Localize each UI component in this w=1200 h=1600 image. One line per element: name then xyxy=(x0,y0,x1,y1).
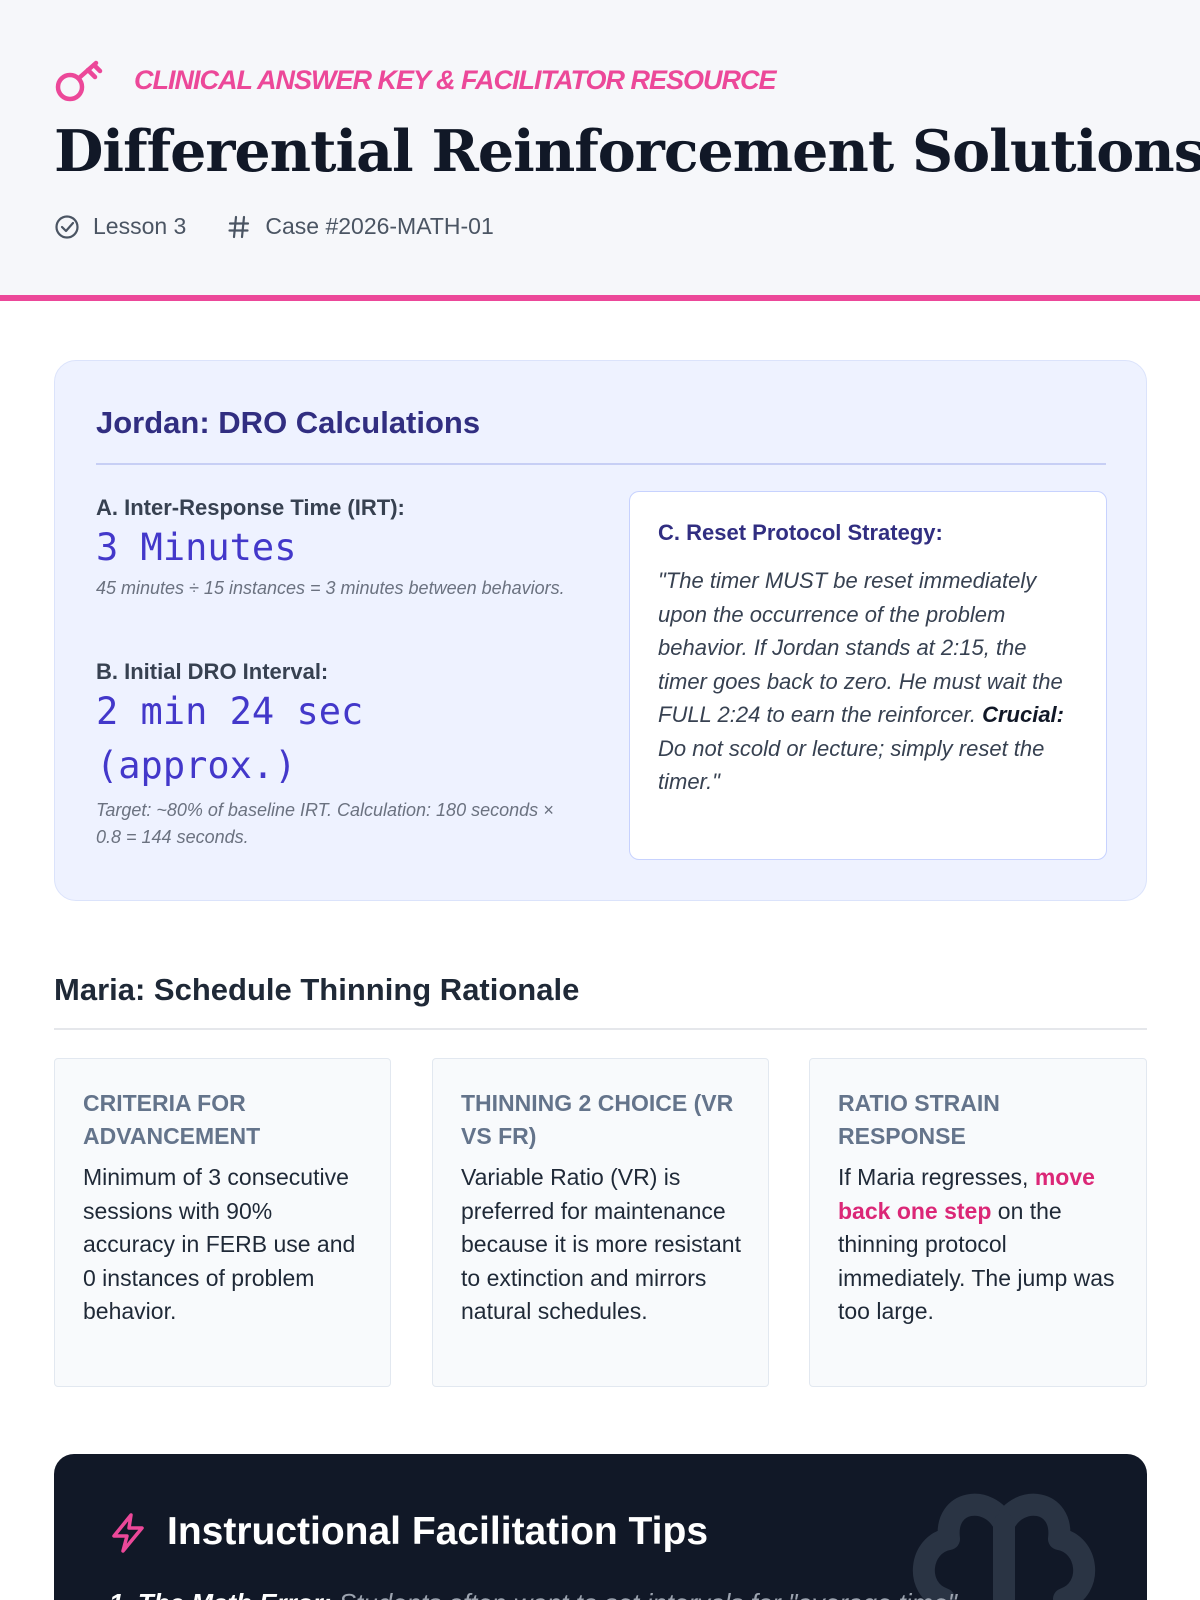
ratio-strain-card: RATIO STRAIN RESPONSE If Maria regresses… xyxy=(809,1058,1147,1387)
lesson-label: Lesson 3 xyxy=(93,213,187,239)
jordan-title: Jordan: DRO Calculations xyxy=(96,405,481,440)
interval-label: B. Initial DRO Interval: xyxy=(96,659,329,684)
irt-label: A. Inter-Response Time (IRT): xyxy=(96,495,405,520)
reset-quote: "The timer MUST be reset immediately upo… xyxy=(658,564,1078,799)
ratio-strain-body-start: If Maria regresses, xyxy=(838,1164,1035,1190)
criteria-card: CRITERIA FOR ADVANCEMENT Minimum of 3 co… xyxy=(54,1058,391,1387)
tip-item: 1. The Math Error: Students often want t… xyxy=(109,1588,979,1600)
interval-value-line-2: (approx.) xyxy=(96,744,297,787)
ratio-strain-heading: RATIO STRAIN RESPONSE xyxy=(838,1087,1000,1153)
maria-section-title: Maria: Schedule Thinning Rationale xyxy=(54,972,580,1007)
reset-protocol-box: C. Reset Protocol Strategy: "The timer M… xyxy=(629,491,1107,860)
header: CLINICAL ANSWER KEY & FACILITATOR RESOUR… xyxy=(0,0,1200,301)
tip-text: Students often want to set intervals for… xyxy=(331,1588,979,1600)
ratio-strain-heading-line-1: RATIO STRAIN xyxy=(838,1090,1000,1116)
lightning-icon xyxy=(112,1513,144,1553)
eyebrow-text: CLINICAL ANSWER KEY & FACILITATOR RESOUR… xyxy=(134,64,777,95)
criteria-heading-line-2: ADVANCEMENT xyxy=(83,1123,261,1149)
thinning-choice-heading-line-1: THINNING 2 CHOICE (VR xyxy=(461,1090,734,1116)
thinning-choice-body: Variable Ratio (VR) is preferred for mai… xyxy=(461,1164,741,1324)
hash-icon xyxy=(228,215,250,238)
reset-quote-end: Do not scold or lecture; simply reset th… xyxy=(658,735,1045,795)
tip-label: 1. The Math Error: xyxy=(109,1588,331,1600)
divider xyxy=(54,1028,1147,1030)
lesson-meta: Lesson 3 xyxy=(54,213,186,240)
case-label: Case #2026-MATH-01 xyxy=(265,213,494,239)
thinning-choice-heading: THINNING 2 CHOICE (VR VS FR) xyxy=(461,1087,733,1153)
irt-note: 45 minutes ÷ 15 instances = 3 minutes be… xyxy=(96,578,565,598)
divider xyxy=(96,463,1106,465)
interval-note: Target: ~80% of baseline IRT. Calculatio… xyxy=(96,800,554,847)
brain-icon xyxy=(912,1493,1096,1600)
criteria-heading: CRITERIA FOR ADVANCEMENT xyxy=(83,1087,260,1153)
irt-value: 3 Minutes xyxy=(96,526,297,569)
criteria-body: Minimum of 3 consecutive sessions with 9… xyxy=(83,1164,356,1324)
thinning-choice-card: THINNING 2 CHOICE (VR VS FR) Variable Ra… xyxy=(432,1058,769,1387)
key-icon xyxy=(55,60,103,102)
thinning-choice-heading-line-2: VS FR) xyxy=(461,1123,537,1149)
eyebrow: CLINICAL ANSWER KEY & FACILITATOR RESOUR… xyxy=(54,56,777,104)
facilitation-tips-panel: Instructional Facilitation Tips 1. The M… xyxy=(54,1454,1147,1600)
interval-value-line-1: 2 min 24 sec xyxy=(96,690,364,733)
ratio-strain-body: If Maria regresses, move back one step o… xyxy=(838,1161,1118,1329)
reset-title: C. Reset Protocol Strategy: xyxy=(658,520,943,545)
meta-row: Lesson 3 Case #2026-MATH-01 xyxy=(54,213,494,240)
criteria-heading-line-1: CRITERIA FOR xyxy=(83,1090,246,1116)
jordan-dro-card: Jordan: DRO Calculations A. Inter-Respon… xyxy=(54,360,1147,901)
check-circle-icon xyxy=(55,214,79,239)
tips-title: Instructional Facilitation Tips xyxy=(167,1510,709,1553)
ratio-strain-heading-line-2: RESPONSE xyxy=(838,1123,966,1149)
page-title: Differential Reinforcement Solutions xyxy=(54,118,1200,185)
case-meta: Case #2026-MATH-01 xyxy=(226,213,494,240)
reset-quote-crucial: Crucial: xyxy=(982,702,1064,727)
